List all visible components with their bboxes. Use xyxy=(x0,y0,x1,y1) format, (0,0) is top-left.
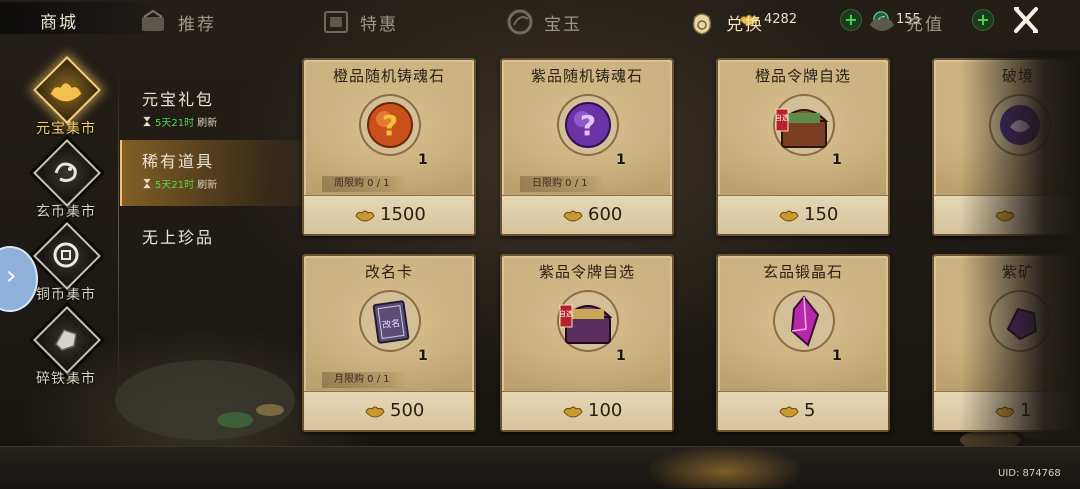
subcategory-label: 元宝礼包 xyxy=(142,90,215,109)
hourglass-icon xyxy=(143,116,151,127)
item-price: 500 xyxy=(390,400,425,421)
item-quantity: 1 xyxy=(832,348,842,364)
active-tab-glow xyxy=(650,446,800,488)
discount-icon xyxy=(324,11,348,33)
shop-item-card[interactable]: 橙品随机铸魂石 ? 1 周限购 0 / 1 1500 xyxy=(302,58,476,236)
gold-ingot-icon xyxy=(49,81,83,103)
gold-ingot-icon xyxy=(779,210,799,222)
purchase-limit: 日限购 0 / 1 xyxy=(520,176,604,192)
jade-icon xyxy=(507,9,533,35)
purchase-limit: 月限购 0 / 1 xyxy=(322,372,406,388)
gold-ingot-icon xyxy=(779,406,799,418)
svg-text:自选: 自选 xyxy=(775,113,789,122)
rail-divider xyxy=(118,60,119,400)
item-price: 600 xyxy=(588,204,623,225)
price-button[interactable]: 500 xyxy=(304,391,474,430)
price-button[interactable]: 150 xyxy=(718,195,888,234)
recharge-icon xyxy=(870,17,894,31)
shop-item-card[interactable]: 紫品随机铸魂石 ? 1 日限购 0 / 1 600 xyxy=(500,58,674,236)
svg-text:?: ? xyxy=(382,109,398,142)
gold-ingot-icon xyxy=(563,210,583,222)
tab-label: 宝玉 xyxy=(544,14,582,35)
tab-discount[interactable]: 特惠 xyxy=(320,6,398,38)
item-price: 150 xyxy=(804,204,839,225)
item-quantity: 1 xyxy=(616,348,626,364)
tab-exchange[interactable]: 兑换 xyxy=(686,6,764,38)
iron-icon xyxy=(55,329,77,351)
tab-jade[interactable]: 宝玉 xyxy=(504,6,582,38)
recommend-icon xyxy=(142,9,164,31)
add-jade-button[interactable]: + xyxy=(972,9,994,31)
close-icon[interactable] xyxy=(1010,4,1042,36)
subcategory-rare-items[interactable]: 稀有道具 5天21时 刷新 xyxy=(120,140,332,206)
category-copper-market[interactable]: 铜币集市 xyxy=(30,222,102,304)
price-button[interactable]: 5 xyxy=(718,391,888,430)
category-xuan-market[interactable]: 玄币集市 xyxy=(30,139,102,221)
copper-coin-icon xyxy=(53,242,79,268)
shop-item-card[interactable]: 玄品锻晶石 1 5 xyxy=(716,254,890,432)
subcategory-gold-pack[interactable]: 元宝礼包 5天21时 刷新 xyxy=(128,86,312,132)
item-quantity: 1 xyxy=(616,152,626,168)
category-gold-market[interactable]: 元宝集市 xyxy=(30,56,102,138)
category-iron-market[interactable]: 碎铁集市 xyxy=(30,306,102,388)
svg-text:?: ? xyxy=(580,109,596,142)
shop-item-card[interactable]: 紫品令牌自选 自选 1 100 xyxy=(500,254,674,432)
hourglass-icon xyxy=(143,178,151,189)
tab-label: 充值 xyxy=(906,14,944,35)
item-price: 5 xyxy=(804,400,816,421)
dragon-coin-icon xyxy=(54,162,77,183)
shop-item-card[interactable]: 橙品令牌自选 自选 1 150 xyxy=(716,58,890,236)
svg-text:自选: 自选 xyxy=(559,309,573,318)
gold-ingot-icon xyxy=(563,406,583,418)
subcategory-label: 无上珍品 xyxy=(142,228,215,247)
add-gold-button[interactable]: + xyxy=(840,9,862,31)
tab-recommend[interactable]: 推荐 xyxy=(138,6,216,38)
gold-ingot-value: 4282 xyxy=(764,11,798,27)
item-quantity: 1 xyxy=(418,152,428,168)
gold-ingot-icon xyxy=(365,406,385,418)
chevron-right-icon: › xyxy=(6,261,17,291)
price-button[interactable]: 600 xyxy=(502,195,672,234)
item-quantity: 1 xyxy=(832,152,842,168)
exchange-bag-icon xyxy=(692,13,712,35)
user-id: UID: 874768 xyxy=(998,468,1061,479)
price-button[interactable]: 1500 xyxy=(304,195,474,234)
page-title: 商城 xyxy=(40,13,78,33)
right-edge-fade xyxy=(960,50,1080,450)
tab-label: 特惠 xyxy=(360,14,398,35)
tab-label: 兑换 xyxy=(726,14,764,35)
item-price: 1500 xyxy=(380,204,426,225)
tab-label: 推荐 xyxy=(178,14,216,35)
subcategory-supreme-treasures[interactable]: 无上珍品 xyxy=(128,224,312,248)
bottom-tab-bar xyxy=(0,446,1080,489)
item-price: 100 xyxy=(588,400,623,421)
shop-item-card[interactable]: 改名卡 改名 1 月限购 0 / 1 500 xyxy=(302,254,476,432)
price-button[interactable]: 100 xyxy=(502,391,672,430)
tab-recharge[interactable]: 充值 xyxy=(866,6,944,38)
item-quantity: 1 xyxy=(418,348,428,364)
purchase-limit: 周限购 0 / 1 xyxy=(322,176,406,192)
gold-ingot-icon xyxy=(355,210,375,222)
refresh-timer: 5天21时 刷新 xyxy=(142,114,312,129)
